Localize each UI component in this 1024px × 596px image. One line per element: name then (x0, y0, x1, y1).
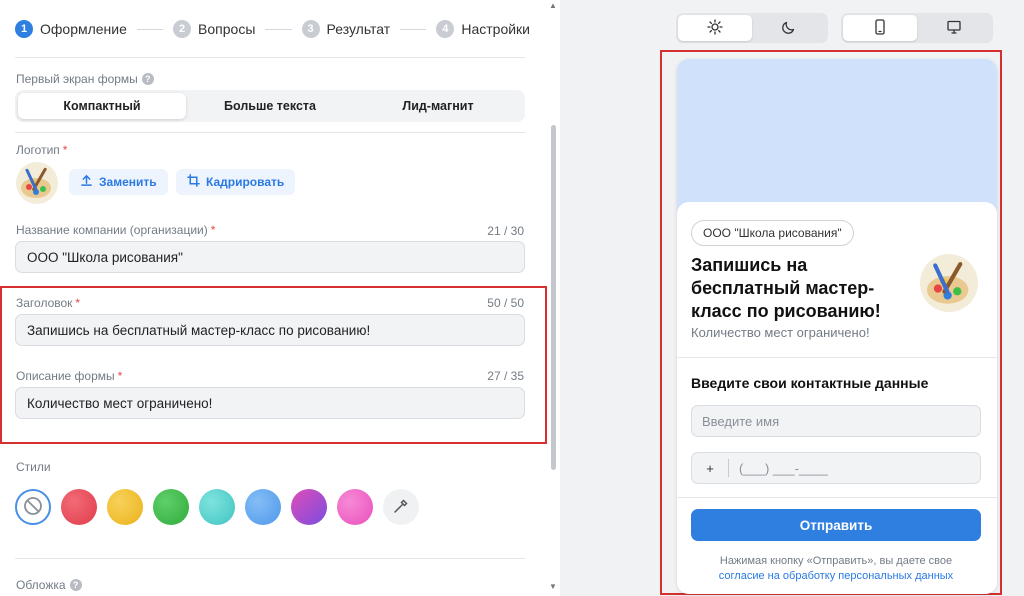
moon-icon (781, 19, 797, 38)
cover-label: Обложка ? (16, 578, 82, 592)
company-label-text: Название компании (организации) (16, 223, 208, 237)
logo-image (16, 162, 58, 204)
crop-logo-button[interactable]: Кадрировать (176, 169, 296, 195)
scroll-down-icon[interactable]: ▼ (549, 582, 557, 591)
desktop-icon (946, 19, 962, 38)
step-label: Настройки (461, 21, 530, 37)
phone-icon (873, 18, 887, 38)
company-counter: 21 / 30 (487, 224, 524, 238)
step-label: Оформление (40, 21, 127, 37)
scroll-up-icon[interactable]: ▲ (549, 1, 557, 10)
desktop-view-button[interactable] (917, 15, 991, 41)
step-result[interactable]: 3 Результат (301, 20, 391, 38)
cover-area (677, 59, 997, 219)
first-screen-selector: Компактный Больше текста Лид-магнит (15, 90, 525, 122)
contact-title: Введите свои контактные данные (691, 375, 929, 391)
replace-logo-label: Заменить (99, 175, 157, 189)
scroll-thumb[interactable] (551, 125, 556, 470)
logo-label-text: Логотип (16, 143, 60, 157)
submit-button[interactable]: Отправить (691, 509, 981, 541)
preview-panel: ООО "Школа рисования" Запишись на беспла… (560, 0, 1024, 596)
step-number: 4 (436, 20, 455, 38)
consent-link[interactable]: согласие на обработку персональных данны… (719, 570, 953, 582)
light-theme-button[interactable] (678, 15, 752, 41)
step-label: Результат (326, 21, 391, 37)
phone-separator (728, 459, 729, 477)
form-card: ООО "Школа рисования" Запишись на беспла… (677, 202, 997, 594)
styles-label: Стили (16, 460, 51, 474)
company-badge: ООО "Школа рисования" (691, 220, 854, 246)
phone-plus: + (706, 460, 714, 476)
swatch-yellow[interactable] (107, 489, 143, 525)
divider (677, 357, 997, 358)
consent-text: Нажимая кнопку «Отправить», вы даете сво… (691, 554, 981, 584)
scrollbar[interactable]: ▲ ▼ (548, 0, 558, 596)
step-questions[interactable]: 2 Вопросы (173, 20, 255, 38)
step-connector (265, 28, 292, 30)
name-input[interactable]: Введите имя (691, 405, 981, 437)
step-settings[interactable]: 4 Настройки (436, 20, 530, 38)
divider (15, 57, 525, 58)
device-toggle (841, 13, 993, 43)
first-screen-label: Первый экран формы ? (16, 72, 154, 86)
swatch-green[interactable] (153, 489, 189, 525)
highlight-box (0, 286, 547, 444)
preview-headline: Запишись на бесплатный мастер-класс по р… (691, 255, 881, 321)
preview-subline: Количество мест ограничено! (691, 325, 870, 340)
crop-icon (187, 174, 200, 190)
swatch-blue[interactable] (245, 489, 281, 525)
preview-logo (920, 254, 978, 312)
first-screen-label-text: Первый экран формы (16, 72, 138, 86)
help-icon[interactable]: ? (69, 579, 82, 591)
cover-label-text: Обложка (16, 578, 66, 592)
mobile-view-button[interactable] (843, 15, 917, 41)
company-input[interactable]: ООО "Школа рисования" (15, 241, 525, 273)
swatch-none[interactable] (15, 489, 51, 525)
option-lead-magnet[interactable]: Лид-магнит (354, 93, 522, 119)
step-connector (400, 28, 427, 30)
upload-icon (80, 174, 93, 190)
crop-logo-label: Кадрировать (206, 175, 285, 189)
swatch-teal[interactable] (199, 489, 235, 525)
swatch-custom[interactable] (383, 489, 419, 525)
logo-label: Логотип * (16, 143, 67, 157)
step-number: 2 (173, 20, 192, 38)
step-number: 1 (15, 20, 33, 38)
required-mark: * (210, 223, 216, 237)
phone-input[interactable]: + (___) ___-____ (691, 452, 981, 484)
divider (677, 497, 997, 498)
consent-text-body: Нажимая кнопку «Отправить», вы даете сво… (719, 555, 953, 567)
help-icon[interactable]: ? (141, 73, 154, 85)
divider (15, 132, 525, 133)
dark-theme-button[interactable] (752, 15, 826, 41)
step-connector (136, 28, 164, 30)
step-number: 3 (301, 20, 320, 38)
editor-panel: 1 Оформление 2 Вопросы 3 Результат 4 Нас… (0, 0, 560, 596)
preview-highlight: ООО "Школа рисования" Запишись на беспла… (660, 50, 1002, 595)
no-style-icon (23, 496, 43, 519)
option-more-text[interactable]: Больше текста (186, 93, 354, 119)
sun-icon (707, 18, 723, 38)
divider (15, 558, 525, 559)
eyedropper-icon (393, 498, 409, 517)
stepper: 1 Оформление 2 Вопросы 3 Результат 4 Нас… (15, 17, 530, 41)
step-design[interactable]: 1 Оформление (15, 20, 127, 38)
form-preview: ООО "Школа рисования" Запишись на беспла… (677, 59, 997, 594)
step-label: Вопросы (198, 21, 256, 37)
theme-toggle (676, 13, 828, 43)
swatch-red[interactable] (61, 489, 97, 525)
swatch-purple[interactable] (291, 489, 327, 525)
company-label: Название компании (организации) * (16, 223, 215, 237)
style-swatches (15, 489, 419, 525)
swatch-pink[interactable] (337, 489, 373, 525)
option-compact[interactable]: Компактный (18, 93, 186, 119)
required-mark: * (62, 143, 68, 157)
phone-mask: (___) ___-____ (739, 460, 828, 476)
replace-logo-button[interactable]: Заменить (69, 169, 168, 195)
